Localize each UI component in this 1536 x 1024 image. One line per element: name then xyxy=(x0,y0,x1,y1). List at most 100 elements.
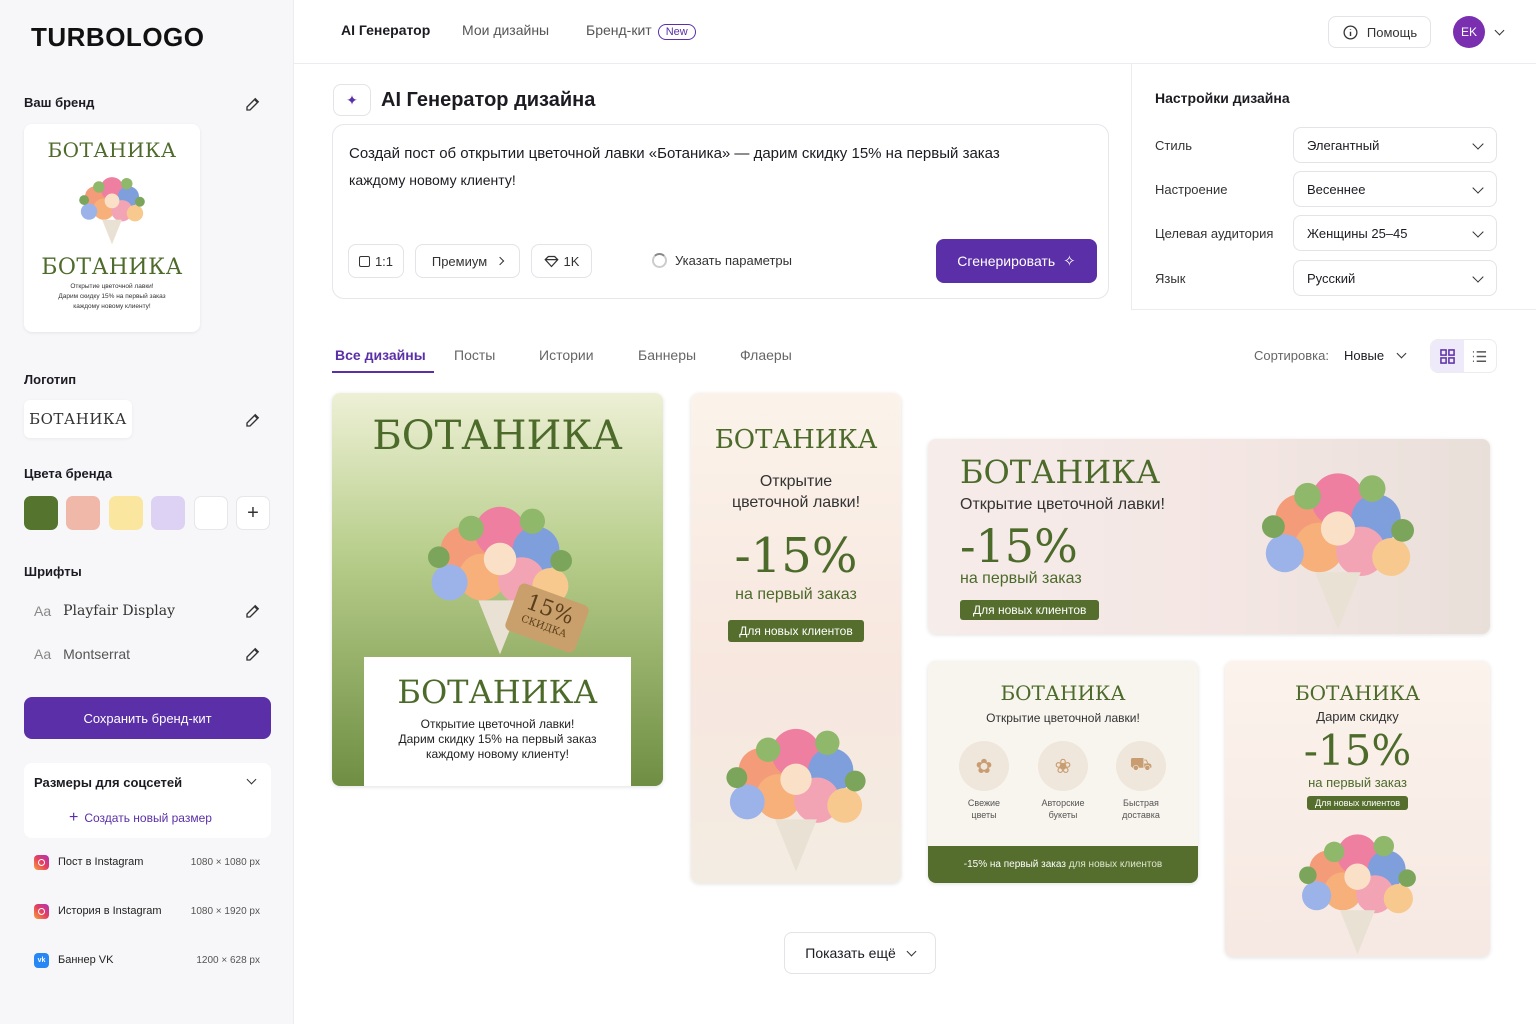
vk-icon: vk xyxy=(34,952,49,968)
bouquet-icon: ❀ xyxy=(1038,741,1088,791)
help-button[interactable]: Помощь xyxy=(1328,16,1431,48)
color-swatch-peach[interactable] xyxy=(66,496,100,530)
instagram-icon xyxy=(34,903,49,919)
prompt-input[interactable]: Создай пост об открытии цветочной лавки … xyxy=(349,141,1089,193)
color-swatch-yellow[interactable] xyxy=(109,496,143,530)
brand-card-title-top: БОТАНИКА xyxy=(47,138,177,162)
create-size-link[interactable]: + Создать новый размер xyxy=(69,809,212,827)
tab-ai-generator[interactable]: AI Генератор xyxy=(341,22,430,38)
font-row-heading[interactable]: Aa Playfair Display xyxy=(24,592,270,630)
social-sizes-panel: Размеры для соцсетей + Создать новый разм… xyxy=(24,763,271,838)
chevron-down-icon[interactable] xyxy=(1396,348,1407,359)
plus-icon: + xyxy=(69,809,79,826)
edit-logo-icon[interactable] xyxy=(244,411,262,429)
flyer-footer-a: -15% на первый заказ xyxy=(963,859,1066,870)
tab-stories[interactable]: Истории xyxy=(539,347,594,363)
brand-preview-card[interactable]: БОТАНИКА БОТАНИКА Открытие цветочной лав… xyxy=(24,124,200,332)
audience-label: Целевая аудитория xyxy=(1155,226,1274,241)
edit-font-icon[interactable] xyxy=(244,602,262,620)
story-sub: на первый заказ xyxy=(735,586,857,603)
cost-label: 1K xyxy=(563,253,580,269)
edit-brand-icon[interactable] xyxy=(244,95,262,113)
brand-heading: Ваш бренд xyxy=(24,95,95,110)
ratio-button[interactable]: 1:1 xyxy=(348,244,404,278)
sort-select[interactable]: Новые xyxy=(1344,348,1384,363)
logo-heading: Логотип xyxy=(24,372,77,387)
params-link[interactable]: Указать параметры xyxy=(652,253,792,268)
chevron-down-icon xyxy=(1472,271,1484,283)
flyer-feature: ⛟ Быстрая доставка xyxy=(1114,741,1168,821)
new-badge: New xyxy=(657,24,696,40)
tab-brand-kit[interactable]: Бренд-кит New xyxy=(586,22,696,40)
show-more-button[interactable]: Показать ещё xyxy=(784,932,936,974)
active-tab-indicator xyxy=(332,371,434,373)
ratio-label: 1:1 xyxy=(374,253,394,269)
prompt-line1: Создай пост об открытии цветочной лавки … xyxy=(349,145,1000,162)
avatar[interactable]: EK xyxy=(1453,16,1485,48)
square-icon xyxy=(358,255,370,267)
size-row-vk-banner[interactable]: vk Баннер VK 1200 × 628 px xyxy=(24,941,270,979)
feature-t2: доставка xyxy=(1122,810,1160,820)
bouquet-image xyxy=(726,728,866,872)
language-select[interactable]: Русский xyxy=(1293,260,1497,296)
feature-t2: цветы xyxy=(971,810,997,820)
create-size-label: Создать новый размер xyxy=(84,811,212,825)
save-brandkit-button[interactable]: Сохранить бренд-кит xyxy=(24,697,271,739)
style-select[interactable]: Элегантный xyxy=(1293,127,1497,163)
tab-banners[interactable]: Баннеры xyxy=(638,347,696,363)
chevron-down-icon xyxy=(1472,226,1484,238)
app-logo[interactable]: TURBOLOGO xyxy=(31,22,205,53)
logo-preview[interactable]: БОТАНИКА xyxy=(24,400,132,438)
post2-discount: -15% xyxy=(1303,726,1412,775)
design-card-flyer[interactable]: БОТАНИКА Открытие цветочной лавки! ✿ Све… xyxy=(928,661,1198,883)
brand-card-title-bottom: БОТАНИКА xyxy=(41,255,183,280)
instagram-icon xyxy=(34,854,49,870)
color-swatch-lavender[interactable] xyxy=(151,496,185,530)
edit-font-icon[interactable] xyxy=(244,645,262,663)
size-row-instagram-post[interactable]: Пост в Instagram 1080 × 1080 px xyxy=(24,843,270,881)
brand-card-line1: Открытие цветочной лавки! xyxy=(70,283,154,290)
size-row-instagram-story[interactable]: История в Instagram 1080 × 1920 px xyxy=(24,892,270,930)
flyer-footer-b: для новых клиентов xyxy=(1068,859,1163,870)
design-card-post-2[interactable]: БОТАНИКА Дарим скидку -15% на первый зак… xyxy=(1225,661,1490,957)
generate-label: Сгенерировать xyxy=(957,253,1056,269)
sizes-heading: Размеры для соцсетей xyxy=(34,775,183,790)
prompt-line2: каждому новому клиенту! xyxy=(349,172,516,188)
list-view-button[interactable] xyxy=(1464,340,1497,372)
font-row-body[interactable]: Aa Montserrat xyxy=(24,635,270,673)
chevron-down-icon[interactable] xyxy=(246,774,257,785)
bouquet-image xyxy=(1262,473,1414,630)
grid-icon xyxy=(1439,348,1455,364)
color-swatch-white[interactable] xyxy=(194,496,228,530)
tab-all-designs[interactable]: Все дизайны xyxy=(335,347,426,363)
tab-flyers[interactable]: Флаеры xyxy=(740,347,792,363)
bouquet-image xyxy=(79,177,145,245)
style-label: Стиль xyxy=(1155,138,1192,153)
quality-button[interactable]: Премиум xyxy=(415,244,520,278)
design-card-banner[interactable]: БОТАНИКА Открытие цветочной лавки! -15% … xyxy=(928,439,1490,634)
grid-view-button[interactable] xyxy=(1431,340,1464,372)
mood-value: Весеннее xyxy=(1307,181,1366,197)
add-color-button[interactable]: + xyxy=(236,496,270,530)
design-card-story[interactable]: БОТАНИКА Открытие цветочной лавки! -15% … xyxy=(691,393,901,883)
delivery-icon: ⛟ xyxy=(1116,741,1166,791)
font-name: Playfair Display xyxy=(63,603,176,619)
color-swatch-green[interactable] xyxy=(24,496,58,530)
language-label: Язык xyxy=(1155,271,1186,286)
mood-select[interactable]: Весеннее xyxy=(1293,171,1497,207)
language-value: Русский xyxy=(1307,270,1356,286)
tab-my-designs[interactable]: Мои дизайны xyxy=(462,22,549,38)
size-dimensions: 1080 × 1920 px xyxy=(190,905,260,917)
tab-posts[interactable]: Посты xyxy=(454,347,495,363)
feature-t2: букеты xyxy=(1048,810,1078,820)
audience-select[interactable]: Женщины 25–45 xyxy=(1293,215,1497,251)
chevron-down-icon xyxy=(1472,138,1484,150)
bouquet-image xyxy=(1299,834,1416,955)
chevron-right-icon xyxy=(495,256,505,266)
brand-card-line3: каждому новому клиенту! xyxy=(73,303,151,310)
design-card-post[interactable]: БОТАНИКА 15% СКИДКА БОТАНИКА Открытие цв… xyxy=(332,393,663,786)
cost-button[interactable]: 1K xyxy=(531,244,592,278)
banner-pill: Для новых клиентов xyxy=(960,600,1100,620)
design-title: БОТАНИКА xyxy=(372,413,623,459)
generate-button[interactable]: Сгенерировать ✧ xyxy=(936,239,1097,283)
